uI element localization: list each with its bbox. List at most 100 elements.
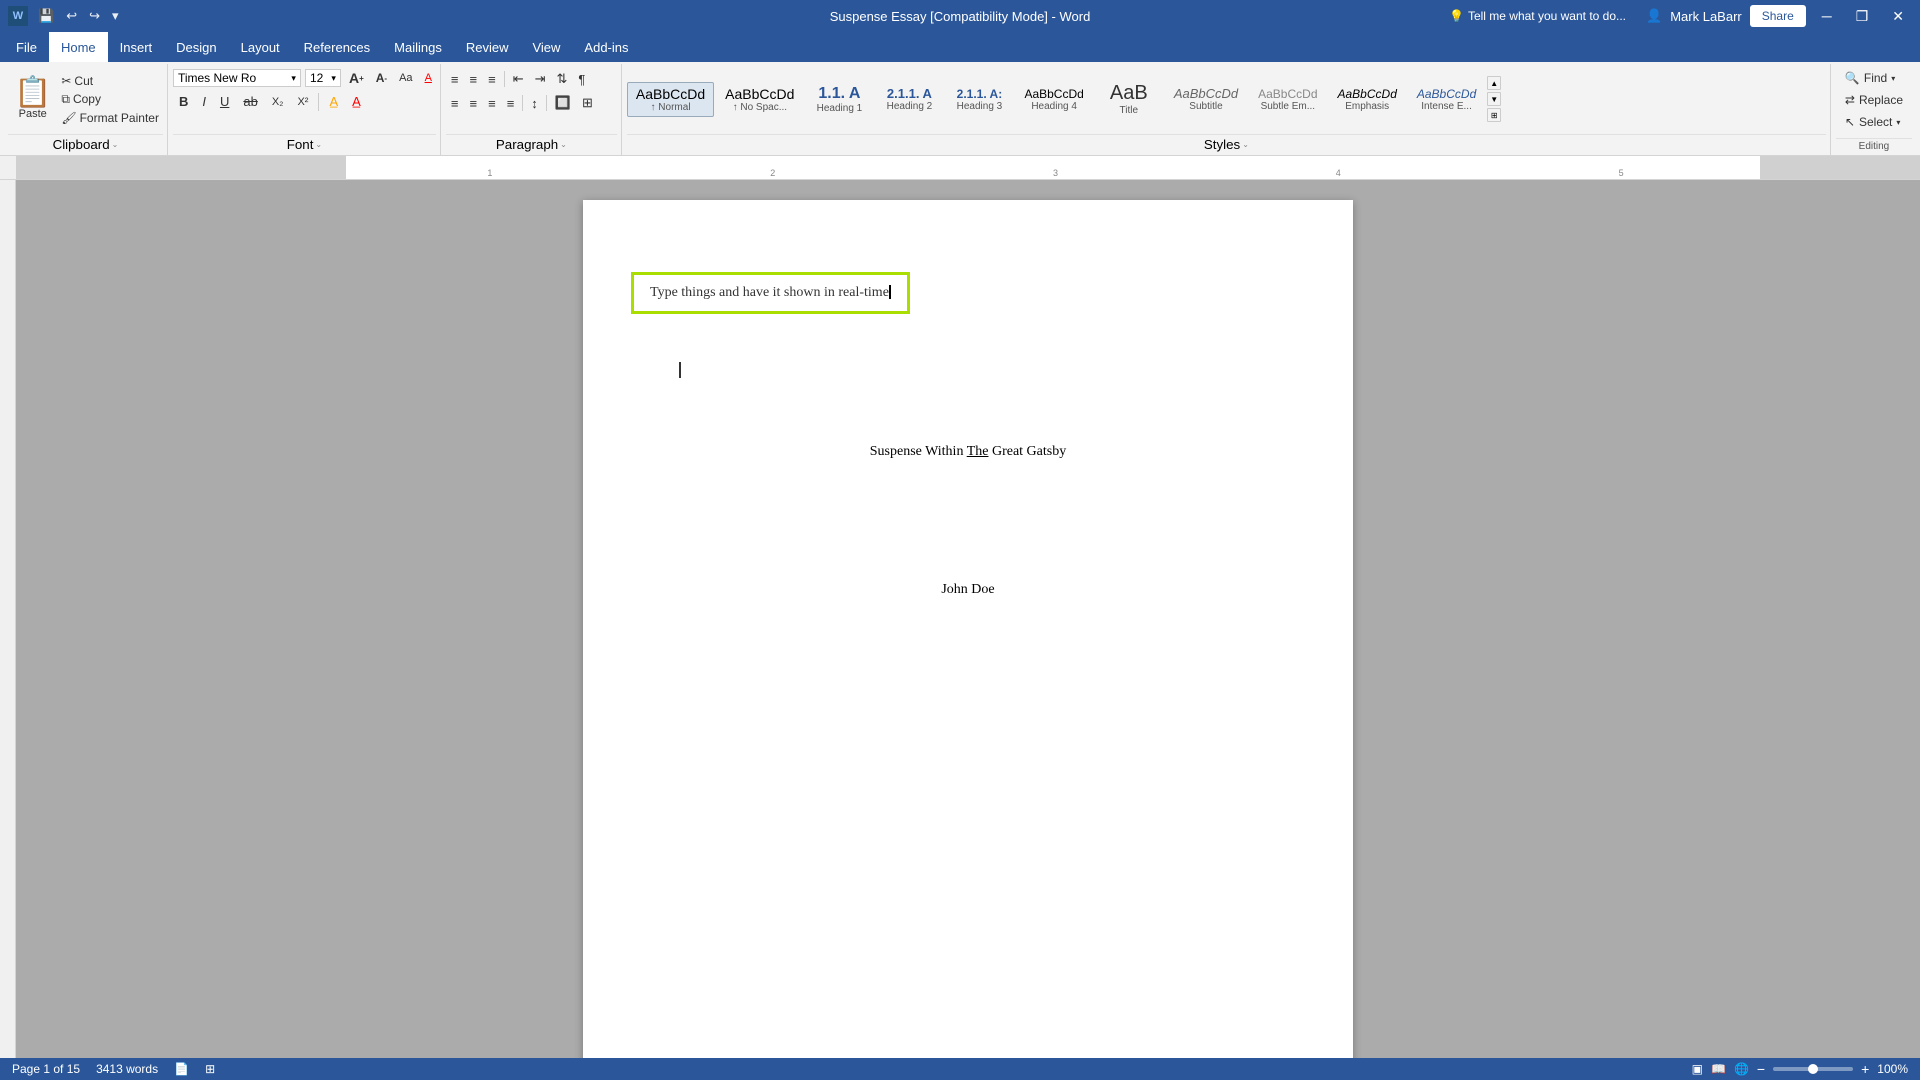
menu-references[interactable]: References: [292, 32, 382, 62]
font-row1: Times New Ro ▾ 12 ▾ A+ A- Aa A: [173, 68, 436, 88]
font-grow-button[interactable]: A+: [345, 68, 368, 88]
layout-icon[interactable]: ⊞: [205, 1062, 215, 1076]
style-intense-e-preview: AaBbCcDd: [1417, 87, 1476, 101]
text-cursor-line: [679, 362, 681, 378]
borders-button[interactable]: ⊞: [577, 92, 598, 114]
restore-button[interactable]: ❐: [1848, 4, 1877, 29]
style-normal[interactable]: AaBbCcDd ↑ Normal: [627, 82, 714, 117]
status-right: ▣ 📖 🌐 − + 100%: [1692, 1061, 1908, 1077]
menu-view[interactable]: View: [520, 32, 572, 62]
title-bar-left: W 💾 ↩ ↪ ▾: [8, 6, 123, 26]
menu-insert[interactable]: Insert: [108, 32, 165, 62]
sort-button[interactable]: ⇅: [552, 68, 573, 90]
zoom-out-icon[interactable]: −: [1757, 1061, 1765, 1077]
styles-more[interactable]: ⊞: [1487, 108, 1501, 122]
align-right-button[interactable]: ≡: [483, 93, 501, 114]
zoom-in-icon[interactable]: +: [1861, 1061, 1869, 1077]
shading-button[interactable]: 🔲: [550, 92, 576, 114]
font-size-selector[interactable]: 12 ▾: [305, 69, 341, 87]
menu-bar: File Home Insert Design Layout Reference…: [0, 32, 1920, 62]
style-heading3[interactable]: 2.1.1. A: Heading 3: [945, 83, 1013, 116]
change-case-button[interactable]: Aa: [395, 70, 416, 86]
font-size-value: 12: [310, 71, 323, 85]
bold-button[interactable]: B: [173, 91, 194, 112]
title-bar: W 💾 ↩ ↪ ▾ Suspense Essay [Compatibility …: [0, 0, 1920, 32]
style-heading4[interactable]: AaBbCcDd Heading 4: [1015, 83, 1092, 116]
vertical-ruler: [0, 180, 16, 1058]
menu-home[interactable]: Home: [49, 32, 108, 62]
styles-expand-button[interactable]: Styles ⌄: [627, 137, 1826, 152]
strikethrough-button[interactable]: ab: [237, 91, 263, 112]
subscript-button[interactable]: X₂: [266, 93, 290, 111]
close-button[interactable]: ✕: [1884, 4, 1912, 29]
style-heading1[interactable]: 1.1. A Heading 1: [805, 81, 873, 118]
highlight-button[interactable]: A̲: [323, 91, 344, 112]
style-heading2[interactable]: 2.1.1. A Heading 2: [875, 82, 943, 116]
style-nospace-label: ↑ No Spac...: [733, 102, 787, 113]
font-name-selector[interactable]: Times New Ro ▾: [173, 69, 301, 87]
style-subtitle[interactable]: AaBbCcDd Subtitle: [1165, 82, 1247, 116]
replace-button[interactable]: ⇄ Replace: [1836, 90, 1912, 110]
font-expand-button[interactable]: Font ⌄: [173, 137, 436, 152]
para-div1: [504, 71, 505, 87]
justify-button[interactable]: ≡: [502, 93, 520, 114]
share-button[interactable]: Share: [1750, 5, 1806, 27]
style-title[interactable]: AaB Title: [1095, 78, 1163, 120]
undo-button[interactable]: ↩: [62, 6, 81, 26]
tell-me-bar[interactable]: 💡 Tell me what you want to do...: [1437, 5, 1638, 27]
zoom-slider[interactable]: [1773, 1067, 1853, 1071]
multilevel-button[interactable]: ≡: [483, 69, 501, 90]
underline-button[interactable]: U: [214, 91, 235, 112]
clear-formatting-button[interactable]: A: [421, 70, 436, 86]
superscript-button[interactable]: X²: [291, 93, 314, 111]
menu-layout[interactable]: Layout: [229, 32, 292, 62]
redo-button[interactable]: ↪: [85, 6, 104, 26]
view-web-icon[interactable]: 🌐: [1734, 1062, 1749, 1076]
decrease-indent-button[interactable]: ⇤: [508, 68, 529, 90]
styles-scroll-down[interactable]: ▼: [1487, 92, 1501, 106]
menu-addins[interactable]: Add-ins: [572, 32, 640, 62]
font-shrink-button[interactable]: A-: [372, 69, 391, 87]
paragraph-expand-button[interactable]: Paragraph ⌄: [446, 137, 617, 152]
paste-button[interactable]: 📋 Paste: [8, 74, 57, 124]
minimize-button[interactable]: ─: [1814, 4, 1840, 28]
style-emphasis[interactable]: AaBbCcDd Emphasis: [1329, 83, 1406, 116]
clipboard-sub: ✂ Cut ⧉ Copy 🖌 Format Painter: [57, 70, 163, 129]
cut-button[interactable]: ✂ Cut: [57, 72, 163, 90]
text-box-highlighted[interactable]: Type things and have it shown in real-ti…: [631, 272, 910, 314]
line-spacing-button[interactable]: ↕: [526, 93, 543, 114]
document-area: Type things and have it shown in real-ti…: [16, 180, 1920, 1058]
style-subtle-em[interactable]: AaBbCcDd Subtle Em...: [1249, 83, 1326, 116]
increase-indent-button[interactable]: ⇥: [530, 68, 551, 90]
ruler: 1 2 3 4 5: [0, 156, 1920, 180]
clipboard-group-label: Clipboard ⌄: [8, 134, 163, 153]
align-left-button[interactable]: ≡: [446, 93, 464, 114]
page-icon[interactable]: 📄: [174, 1062, 189, 1076]
view-read-icon[interactable]: 📖: [1711, 1062, 1726, 1076]
paragraph-group-label: Paragraph ⌄: [446, 134, 617, 153]
font-color-button[interactable]: A̲: [346, 91, 367, 112]
menu-design[interactable]: Design: [164, 32, 228, 62]
bullets-button[interactable]: ≡: [446, 69, 464, 90]
align-center-button[interactable]: ≡: [465, 93, 483, 114]
numbering-button[interactable]: ≡: [465, 69, 483, 90]
style-subtitle-preview: AaBbCcDd: [1174, 86, 1238, 101]
format-painter-button[interactable]: 🖌 Format Painter: [57, 109, 163, 127]
style-no-spacing[interactable]: AaBbCcDd ↑ No Spac...: [716, 82, 803, 117]
view-normal-icon[interactable]: ▣: [1692, 1062, 1703, 1076]
quick-access-dropdown[interactable]: ▾: [108, 6, 123, 26]
save-button[interactable]: 💾: [34, 6, 58, 26]
find-label: Find: [1864, 71, 1887, 85]
copy-button[interactable]: ⧉ Copy: [57, 90, 163, 109]
italic-button[interactable]: I: [196, 91, 212, 112]
find-button[interactable]: 🔍 Find ▾: [1836, 68, 1912, 88]
ruler-tick-2: 2: [770, 168, 775, 178]
menu-review[interactable]: Review: [454, 32, 521, 62]
show-marks-button[interactable]: ¶: [573, 69, 590, 90]
menu-file[interactable]: File: [4, 32, 49, 62]
menu-mailings[interactable]: Mailings: [382, 32, 454, 62]
styles-scroll-up[interactable]: ▲: [1487, 76, 1501, 90]
style-intense-e[interactable]: AaBbCcDd Intense E...: [1408, 83, 1485, 116]
clipboard-expand-button[interactable]: Clipboard ⌄: [8, 137, 163, 152]
select-button[interactable]: ↖ Select ▾: [1836, 112, 1912, 132]
